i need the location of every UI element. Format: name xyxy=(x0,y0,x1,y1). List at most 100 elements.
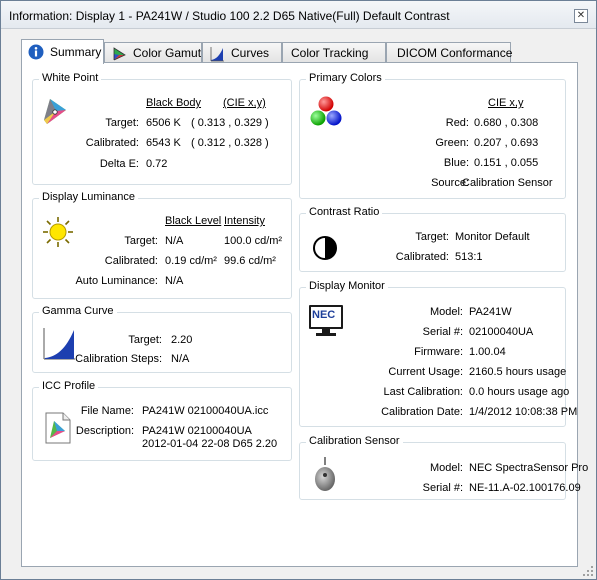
white-point-col-cie: (CIE x,y) xyxy=(223,97,266,109)
primary-blue-value: 0.151 , 0.055 xyxy=(474,157,539,169)
calibration-steps-value: N/A xyxy=(171,353,190,365)
primary-green-label: Green: xyxy=(435,137,469,149)
luminance-calibrated-intensity: 99.6 cd/m² xyxy=(224,255,276,267)
monitor-firmware-label: Firmware: xyxy=(414,346,463,358)
auto-luminance-label: Auto Luminance: xyxy=(75,275,158,287)
tab-color-tracking-label: Color Tracking xyxy=(291,46,369,60)
white-point-target-xy: ( 0.313 , 0.329 ) xyxy=(191,117,269,129)
calibration-sensor-group: Calibration Sensor Model: NEC SpectraSen… xyxy=(299,435,588,500)
tab-summary-label: Summary xyxy=(50,45,102,59)
sensor-serial-label: Serial #: xyxy=(422,482,463,494)
gamma-curve-title: Gamma Curve xyxy=(39,305,117,317)
close-button[interactable]: ✕ xyxy=(574,9,588,23)
display-luminance-group: Display Luminance Black Level Intensity … xyxy=(32,191,292,299)
contrast-calibrated-label: Calibrated: xyxy=(395,251,449,263)
tab-dicom-conformance[interactable]: DICOM Conformance xyxy=(386,42,513,63)
window-title: Information: Display 1 - PA241W / Studio… xyxy=(9,9,450,23)
white-point-target-kelvin: 6506 K xyxy=(146,117,181,129)
tab-color-gamut-label: Color Gamut xyxy=(133,46,202,60)
monitor-usage-label: Current Usage: xyxy=(388,366,463,378)
contrast-ratio-title: Contrast Ratio xyxy=(306,206,383,218)
gamma-target-value: 2.20 xyxy=(171,334,193,346)
tab-dicom-conformance-label: DICOM Conformance xyxy=(397,46,513,60)
monitor-usage-value: 2160.5 hours usage xyxy=(469,366,567,378)
primary-green-value: 0.207 , 0.693 xyxy=(474,137,539,149)
title-bar[interactable]: Information: Display 1 - PA241W / Studio… xyxy=(1,1,596,29)
white-point-calibrated-xy: ( 0.312 , 0.328 ) xyxy=(191,137,269,149)
luminance-col-intensity: Intensity xyxy=(224,215,265,227)
white-point-col-black-body: Black Body xyxy=(146,97,202,109)
monitor-calibration-date-value: 1/4/2012 10:08:38 PM xyxy=(469,406,578,418)
calibration-steps-label: Calibration Steps: xyxy=(75,353,162,365)
monitor-calibration-date-label: Calibration Date: xyxy=(381,406,463,418)
primary-colors-title: Primary Colors xyxy=(306,72,385,84)
monitor-last-calibration-label: Last Calibration: xyxy=(383,386,464,398)
contrast-icon xyxy=(313,236,337,260)
white-point-target-label: Target: xyxy=(105,117,139,129)
monitor-model-value: PA241W xyxy=(469,306,512,318)
luminance-target-black: N/A xyxy=(165,235,184,247)
monitor-firmware-value: 1.00.04 xyxy=(469,346,506,358)
gamma-target-label: Target: xyxy=(128,334,162,346)
contrast-ratio-group: Contrast Ratio Target: Monitor Default C… xyxy=(299,206,566,272)
contrast-calibrated-value: 513:1 xyxy=(455,251,483,263)
display-monitor-title: Display Monitor xyxy=(306,280,388,292)
display-luminance-title: Display Luminance xyxy=(39,191,138,203)
tab-curves[interactable]: Curves xyxy=(202,42,282,63)
primary-col-cie: CIE x,y xyxy=(488,97,524,109)
sun-icon xyxy=(43,217,73,247)
monitor-last-calibration-value: 0.0 hours usage ago xyxy=(469,386,570,398)
icc-description-line1: PA241W 02100040UA xyxy=(142,425,252,437)
tab-summary[interactable]: Summary xyxy=(21,39,104,64)
auto-luminance-value: N/A xyxy=(165,275,184,287)
curves-icon xyxy=(210,47,224,62)
info-icon xyxy=(28,44,44,60)
icc-description-label: Description: xyxy=(75,425,134,437)
rgb-balls-icon xyxy=(310,96,342,126)
icc-profile-title: ICC Profile xyxy=(39,380,99,392)
primary-colors-group: Primary Colors CIE x,y Red: 0.680 , 0.30… xyxy=(299,72,566,199)
primary-red-label: Red: xyxy=(445,117,469,129)
gamma-curve-group: Gamma Curve Target: 2.20 Calibration Ste… xyxy=(32,305,292,373)
white-point-calibrated-label: Calibrated: xyxy=(85,137,139,149)
tab-color-gamut[interactable]: Color Gamut xyxy=(104,42,202,63)
white-point-icon xyxy=(44,99,66,124)
icc-description-line2: 2012-01-04 22-08 D65 2.20 xyxy=(142,438,278,450)
delta-e-label: Delta E: xyxy=(99,158,139,170)
tab-curves-label: Curves xyxy=(231,46,270,60)
luminance-target-label: Target: xyxy=(124,235,158,247)
information-window: Information: Display 1 - PA241W / Studio… xyxy=(0,0,597,580)
monitor-serial-value: 02100040UA xyxy=(469,326,534,338)
primary-blue-label: Blue: xyxy=(443,157,469,169)
monitor-serial-label: Serial #: xyxy=(422,326,463,338)
white-point-title: White Point xyxy=(39,72,102,84)
icc-file-name-label: File Name: xyxy=(80,405,134,417)
primary-source-label: Source: xyxy=(431,177,469,189)
luminance-col-black-level: Black Level xyxy=(165,215,222,227)
luminance-calibrated-black: 0.19 cd/m² xyxy=(165,255,217,267)
luminance-target-intensity: 100.0 cd/m² xyxy=(224,235,283,247)
icc-profile-icon xyxy=(45,412,71,444)
sensor-serial-value: NE-11.A-02.100176.09 xyxy=(469,482,581,494)
luminance-calibrated-label: Calibrated: xyxy=(104,255,158,267)
sensor-model-value: NEC SpectraSensor Pro xyxy=(469,462,589,474)
icc-profile-group: ICC Profile File Name: PA241W 02100040UA… xyxy=(32,380,292,461)
gamma-curve-icon xyxy=(43,328,75,360)
monitor-model-label: Model: xyxy=(429,306,463,318)
resize-grip-icon[interactable] xyxy=(582,565,594,577)
contrast-target-value: Monitor Default xyxy=(455,231,530,243)
sensor-icon xyxy=(315,457,335,491)
calibration-sensor-title: Calibration Sensor xyxy=(306,435,403,447)
white-point-calibrated-kelvin: 6543 K xyxy=(146,137,181,149)
primary-source-value: Calibration Sensor xyxy=(462,177,553,189)
nec-logo-text: NEC xyxy=(312,309,336,321)
white-point-group: White Point Black Body (CIE x,y) Target:… xyxy=(32,72,292,185)
display-monitor-group: Display Monitor NEC Model: PA241W Serial… xyxy=(299,280,577,427)
contrast-target-label: Target: xyxy=(415,231,449,243)
summary-panel: White Point Black Body (CIE x,y) Target:… xyxy=(21,62,588,567)
tab-color-tracking[interactable]: Color Tracking xyxy=(282,42,386,63)
icc-file-name-value: PA241W 02100040UA.icc xyxy=(142,405,269,417)
delta-e-value: 0.72 xyxy=(146,158,168,170)
color-gamut-icon xyxy=(113,47,126,61)
primary-red-value: 0.680 , 0.308 xyxy=(474,117,539,129)
